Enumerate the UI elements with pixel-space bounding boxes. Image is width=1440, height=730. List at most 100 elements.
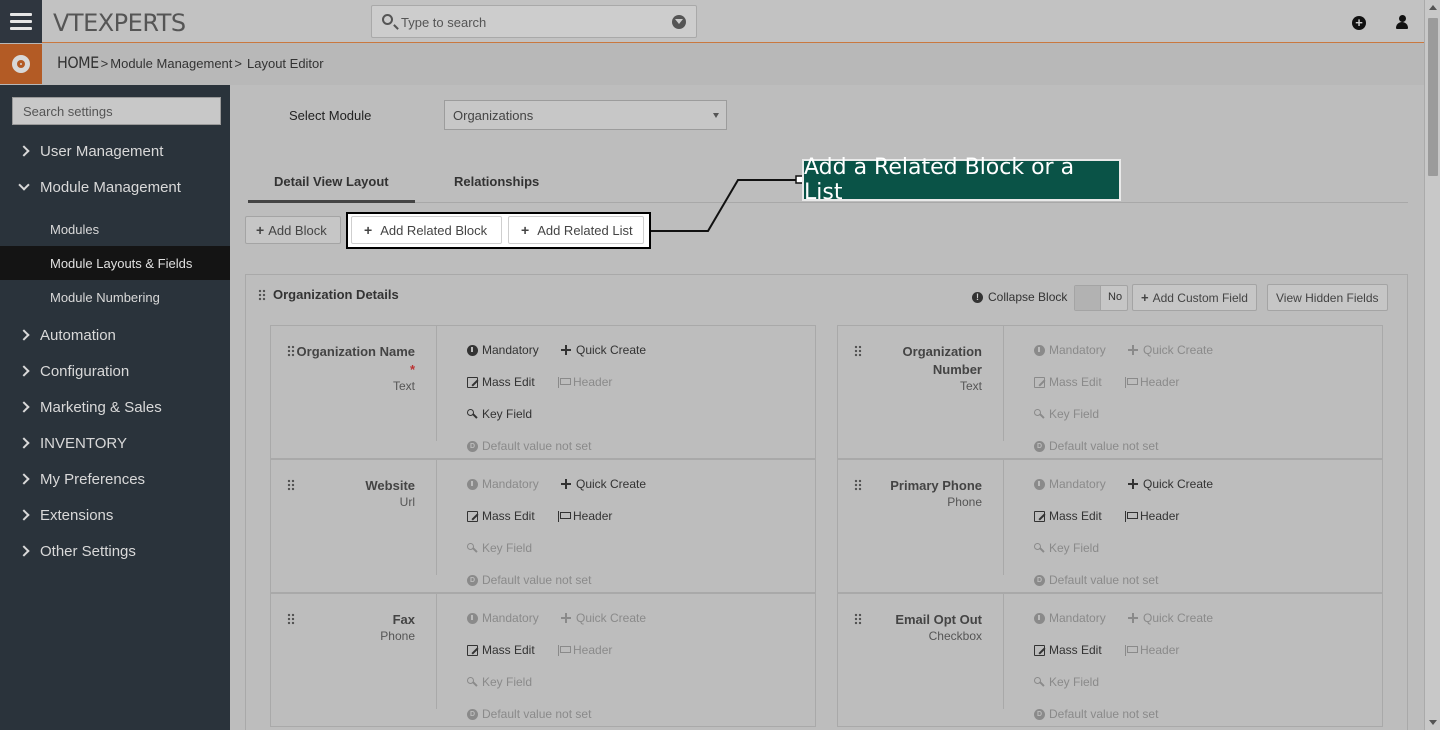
default-value-text: Default value not set	[1049, 439, 1159, 453]
field-type: Url	[399, 495, 415, 509]
scroll-down-arrow[interactable]	[1429, 720, 1437, 725]
field-prop-mandatory[interactable]: Mandatory	[467, 477, 539, 491]
view-hidden-fields-button[interactable]: View Hidden Fields	[1267, 284, 1388, 311]
field-default-value[interactable]: D Default value not set	[467, 439, 591, 453]
callout-connector	[651, 175, 804, 232]
field-prop-mass-edit[interactable]: Mass Edit	[1034, 509, 1102, 523]
field-card[interactable]: Organization Number Text Mandatory Quick C…	[837, 325, 1383, 459]
field-prop-quick-create[interactable]: Quick Create	[561, 611, 646, 625]
default-icon: D	[1034, 440, 1045, 452]
sidebar-item-inventory[interactable]: INVENTORY	[0, 426, 230, 460]
key-icon	[1034, 408, 1045, 420]
drag-handle-icon[interactable]	[287, 479, 295, 491]
sidebar-subitem-module-layouts-fields[interactable]: Module Layouts & Fields	[0, 246, 230, 280]
drag-handle-icon[interactable]	[287, 613, 295, 625]
divider	[1003, 326, 1004, 441]
field-prop-label: Quick Create	[576, 477, 647, 491]
settings-gear-button[interactable]	[0, 44, 42, 84]
drag-handle-icon[interactable]	[854, 345, 862, 357]
field-prop-mass-edit[interactable]: Mass Edit	[1034, 643, 1102, 657]
add-custom-field-button[interactable]: + Add Custom Field	[1132, 284, 1257, 311]
field-prop-label: Mass Edit	[482, 643, 535, 657]
flag-icon	[558, 376, 571, 388]
field-prop-mass-edit[interactable]: Mass Edit	[1034, 375, 1102, 389]
field-prop-label: Quick Create	[1143, 343, 1214, 357]
field-card[interactable]: Fax Phone Mandatory Quick Create Mass Edit H…	[270, 593, 816, 727]
sidebar-item-my-preferences[interactable]: My Preferences	[0, 462, 230, 496]
collapse-block-toggle[interactable]: No	[1074, 285, 1128, 311]
scroll-thumb[interactable]	[1428, 18, 1438, 176]
field-card[interactable]: Email Opt Out Checkbox Mandatory Quick Cre…	[837, 593, 1383, 727]
field-prop-mandatory[interactable]: Mandatory	[1034, 477, 1106, 491]
menu-icon[interactable]	[0, 0, 42, 43]
field-default-value[interactable]: D Default value not set	[467, 573, 591, 587]
field-name: Fax	[392, 612, 415, 627]
scroll-up-arrow[interactable]	[1429, 5, 1437, 10]
field-default-value[interactable]: D Default value not set	[1034, 573, 1158, 587]
field-card[interactable]: Website Url Mandatory Quick Create Mass Edi…	[270, 459, 816, 593]
breadcrumb-module-management[interactable]: Module Management	[110, 56, 232, 71]
field-prop-header[interactable]: Header	[1125, 509, 1179, 523]
field-card[interactable]: Organization Name * Text Mandatory Quick Cr…	[270, 325, 816, 459]
settings-search[interactable]	[12, 97, 221, 125]
field-prop-mandatory[interactable]: Mandatory	[1034, 611, 1106, 625]
field-prop-key-field[interactable]: Key Field	[467, 675, 532, 689]
sidebar-subitem-modules[interactable]: Modules	[0, 212, 230, 246]
field-prop-label: Mandatory	[482, 611, 539, 625]
sidebar-item-configuration[interactable]: Configuration	[0, 354, 230, 388]
field-prop-key-field[interactable]: Key Field	[1034, 675, 1099, 689]
breadcrumb-home[interactable]: HOME	[57, 53, 99, 72]
field-default-value[interactable]: D Default value not set	[1034, 707, 1158, 721]
field-default-value[interactable]: D Default value not set	[467, 707, 591, 721]
field-prop-quick-create[interactable]: Quick Create	[561, 343, 646, 357]
sidebar-item-user-management[interactable]: User Management	[0, 134, 230, 168]
page-scrollbar[interactable]	[1424, 0, 1440, 730]
drag-handle-icon[interactable]	[854, 479, 862, 491]
field-prop-mass-edit[interactable]: Mass Edit	[467, 375, 535, 389]
callout-annotation: Add a Related Block or a List	[802, 155, 1121, 205]
field-prop-mandatory[interactable]: Mandatory	[467, 611, 539, 625]
drag-handle-icon[interactable]	[854, 613, 862, 625]
chevron-right-icon	[18, 365, 30, 377]
field-prop-label: Mass Edit	[1049, 643, 1102, 657]
field-prop-key-field[interactable]: Key Field	[467, 541, 532, 555]
field-prop-quick-create[interactable]: Quick Create	[1128, 611, 1213, 625]
chevron-down-icon[interactable]	[672, 15, 686, 29]
sidebar-item-extensions[interactable]: Extensions	[0, 498, 230, 532]
drag-handle-icon[interactable]	[258, 288, 266, 301]
field-prop-mass-edit[interactable]: Mass Edit	[467, 509, 535, 523]
user-icon[interactable]	[1396, 15, 1408, 30]
plus-icon	[1128, 344, 1139, 356]
field-prop-key-field[interactable]: Key Field	[467, 407, 532, 421]
app-logo[interactable]: VTEXPERTS	[53, 9, 186, 37]
required-marker: *	[409, 362, 415, 377]
drag-handle-icon[interactable]	[287, 345, 295, 357]
flag-icon	[1125, 510, 1138, 522]
global-search-input[interactable]	[401, 13, 661, 31]
field-prop-header[interactable]: Header	[558, 375, 612, 389]
field-prop-header[interactable]: Header	[1125, 375, 1179, 389]
field-prop-mandatory[interactable]: Mandatory	[467, 343, 539, 357]
sidebar-subitem-module-numbering[interactable]: Module Numbering	[0, 280, 230, 314]
field-prop-label: Key Field	[482, 407, 533, 421]
field-card[interactable]: Primary Phone Phone Mandatory Quick Create…	[837, 459, 1383, 593]
global-search[interactable]	[371, 5, 697, 38]
field-prop-mass-edit[interactable]: Mass Edit	[467, 643, 535, 657]
field-prop-key-field[interactable]: Key Field	[1034, 407, 1099, 421]
settings-search-input[interactable]	[13, 98, 220, 124]
field-prop-quick-create[interactable]: Quick Create	[1128, 343, 1213, 357]
sidebar-item-other-settings[interactable]: Other Settings	[0, 534, 230, 568]
field-prop-header[interactable]: Header	[558, 509, 612, 523]
field-prop-key-field[interactable]: Key Field	[1034, 541, 1099, 555]
add-icon[interactable]: +	[1352, 16, 1366, 30]
field-prop-quick-create[interactable]: Quick Create	[1128, 477, 1213, 491]
sidebar-item-automation[interactable]: Automation	[0, 318, 230, 352]
field-prop-label: Key Field	[482, 541, 533, 555]
field-prop-mandatory[interactable]: Mandatory	[1034, 343, 1106, 357]
field-prop-header[interactable]: Header	[558, 643, 612, 657]
sidebar-item-module-management[interactable]: Module Management	[0, 170, 230, 204]
field-prop-quick-create[interactable]: Quick Create	[561, 477, 646, 491]
sidebar-item-marketing-sales[interactable]: Marketing & Sales	[0, 390, 230, 424]
field-prop-header[interactable]: Header	[1125, 643, 1179, 657]
field-default-value[interactable]: D Default value not set	[1034, 439, 1158, 453]
